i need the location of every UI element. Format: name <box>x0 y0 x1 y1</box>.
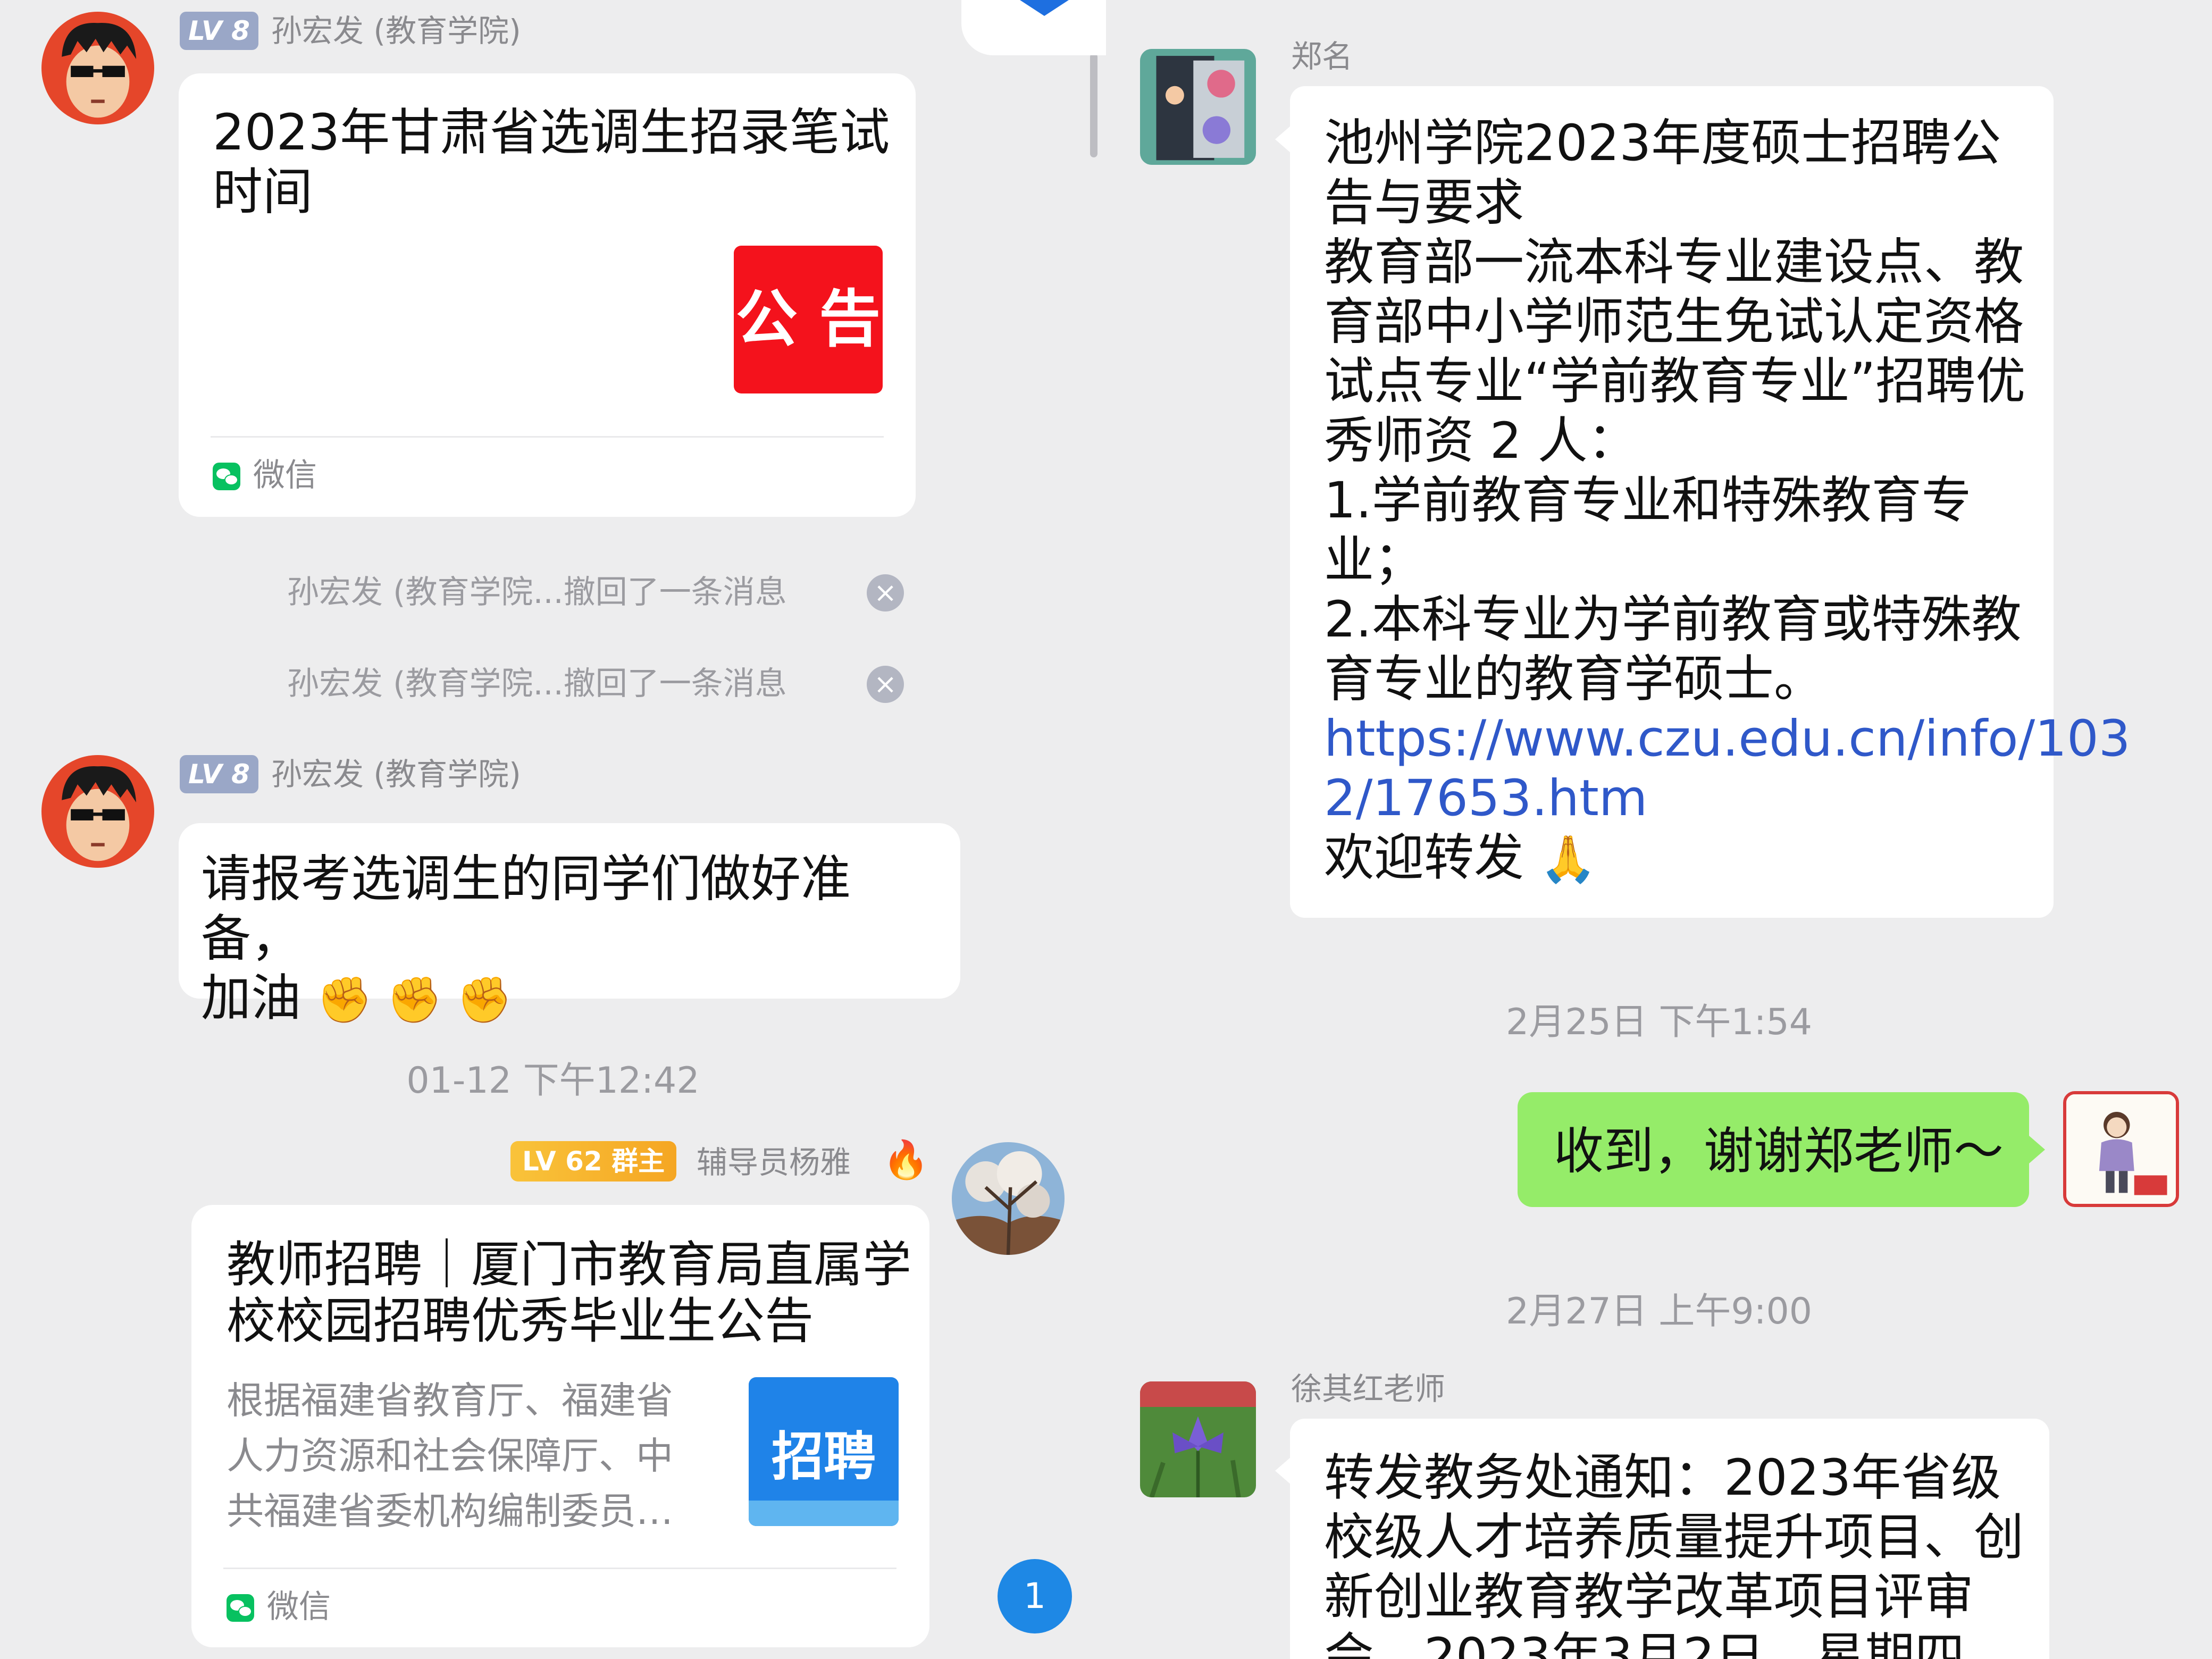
folded-hands-emoji-icon: 🙏 <box>1539 833 1597 886</box>
sender-name[interactable]: 孙宏发 (教育学院) <box>271 12 521 50</box>
fist-emoji-icon: ✊ ✊ ✊ <box>316 974 513 1026</box>
wechat-icon <box>227 1594 254 1622</box>
avatar-sun-hongfa[interactable] <box>41 12 154 124</box>
scrollbar[interactable] <box>1090 53 1097 157</box>
floating-nav-button[interactable] <box>961 0 1106 55</box>
card-divider <box>211 436 884 438</box>
timestamp: 2月25日 下午1:54 <box>1505 1001 1813 1043</box>
my-message-bubble[interactable]: 收到，谢谢郑老师～ <box>1518 1092 2029 1207</box>
chat-pane-left[interactable]: LV 8 孙宏发 (教育学院) 2023年甘肃省选调生招录笔试 时间 公 告 微… <box>0 0 1106 1659</box>
text-bubble-notice[interactable]: 转发教务处通知：2023年省级 校级人才培养质量提升项目、创 新创业教育教学改革… <box>1290 1419 2049 1659</box>
close-icon[interactable]: × <box>867 574 904 611</box>
avatar-me[interactable] <box>2063 1091 2179 1207</box>
avatar-sun-hongfa[interactable] <box>41 755 154 868</box>
message-text: 请报考选调生的同学们做好准备， <box>201 850 851 968</box>
text-bubble[interactable]: 请报考选调生的同学们做好准备， 加油 ✊ ✊ ✊ <box>179 823 960 1027</box>
chevron-down-icon <box>1020 0 1069 16</box>
unread-count-badge[interactable]: 1 <box>998 1559 1072 1633</box>
article-card-gansu[interactable]: 2023年甘肃省选调生招录笔试 时间 公 告 微信 <box>179 73 916 517</box>
avatar-xu-qihong[interactable] <box>1140 1381 1256 1497</box>
level-badge: LV 8 <box>180 755 258 793</box>
sender-name[interactable]: 徐其红老师 <box>1291 1370 1445 1408</box>
text-bubble-recruitment[interactable]: 池州学院2023年度硕士招聘公 告与要求 教育部一流本科专业建设点、教 育部中小… <box>1290 86 2131 918</box>
recall-notice: 孙宏发 (教育学院...撤回了一条消息 <box>287 665 787 702</box>
article-title: 2023年甘肃省选调生招录笔试 时间 <box>213 104 890 221</box>
message-text: 转发教务处通知：2023年省级 校级人才培养质量提升项目、创 新创业教育教学改革… <box>1324 1449 2024 1659</box>
wechat-source: 微信 <box>213 454 317 497</box>
sender-name[interactable]: 孙宏发 (教育学院) <box>271 755 521 793</box>
sender-name[interactable]: 郑名 <box>1291 37 1353 76</box>
message-text: 池州学院2023年度硕士招聘公 告与要求 教育部一流本科专业建设点、教 育部中小… <box>1324 114 2131 887</box>
recall-notice: 孙宏发 (教育学院...撤回了一条消息 <box>287 574 787 611</box>
card-divider <box>223 1568 896 1569</box>
wechat-source: 微信 <box>227 1586 331 1628</box>
level-badge: LV 8 <box>180 12 258 50</box>
article-description: 根据福建省教育厅、福建省 人力资源和社会保障厅、中 共福建省委机构编制委员… <box>227 1379 673 1533</box>
message-text: 加油 <box>201 969 301 1027</box>
timestamp: 01-12 下午12:42 <box>406 1060 700 1102</box>
url-link[interactable]: https://www.czu.edu.cn/info/103 2/17653.… <box>1324 709 2131 828</box>
article-card-xiamen[interactable]: 教师招聘｜厦门市教育局直属学 校校园招聘优秀毕业生公告 根据福建省教育厅、福建省… <box>191 1205 929 1647</box>
avatar-zheng-ming[interactable] <box>1140 49 1256 165</box>
chat-pane-right[interactable]: 郑名 池州学院2023年度硕士招聘公 告与要求 教育部一流本科专业建设点、教 育… <box>1106 0 2212 1659</box>
avatar-counselor[interactable] <box>952 1142 1065 1255</box>
notice-thumbnail: 公 告 <box>734 246 883 393</box>
owner-badge: LV 62 群主 <box>510 1141 677 1182</box>
close-icon[interactable]: × <box>867 666 904 703</box>
recruit-thumbnail: 招聘 <box>749 1377 899 1526</box>
fire-icon: 🔥 <box>883 1138 929 1182</box>
timestamp: 2月27日 上午9:00 <box>1505 1291 1813 1333</box>
sender-name[interactable]: 辅导员杨雅 <box>697 1143 851 1182</box>
wechat-icon <box>213 463 240 490</box>
article-title: 教师招聘｜厦门市教育局直属学 校校园招聘优秀毕业生公告 <box>227 1236 912 1350</box>
